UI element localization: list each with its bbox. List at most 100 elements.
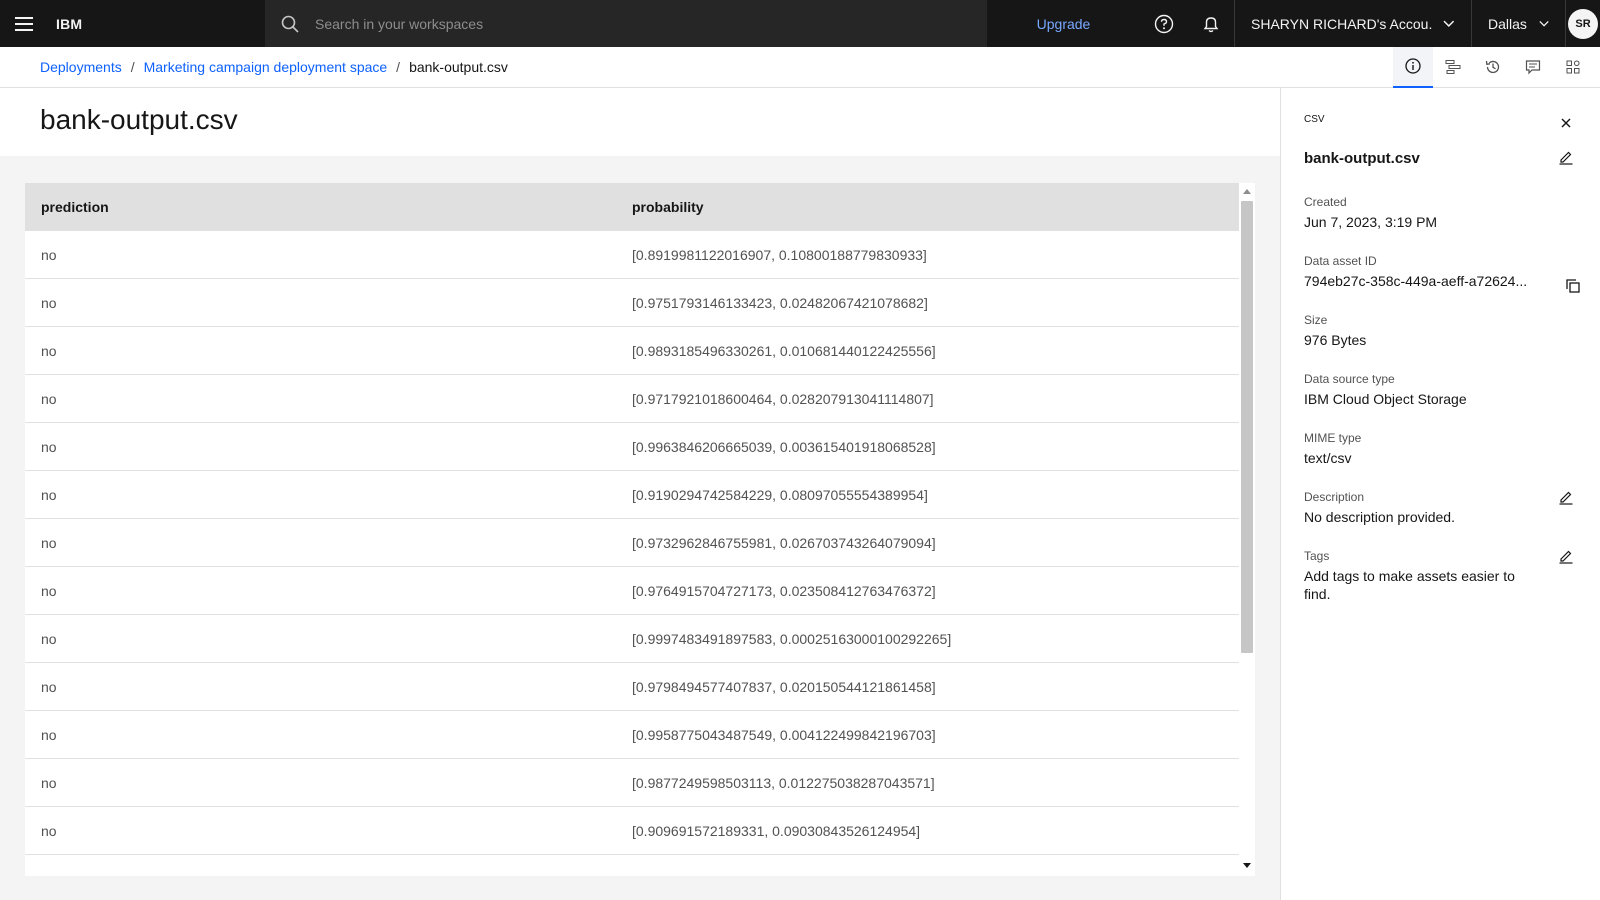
avatar-container: SR [1566,8,1600,39]
probability-cell: [0.9877249598503113, 0.01227503828704357… [632,774,935,791]
table-row[interactable]: no [0.9798494577407837, 0.020150544121861… [25,663,1239,711]
table-row[interactable]: no [0.909691572189331, 0.0903084352612495… [25,807,1239,855]
probability-cell: [0.9798494577407837, 0.02015054412186145… [632,678,936,695]
prediction-cell: no [41,390,57,407]
comments-icon[interactable] [1513,47,1553,88]
apps-icon[interactable] [1553,47,1593,88]
prediction-cell: no [41,678,57,695]
created-value: Jun 7, 2023, 3:19 PM [1304,214,1438,230]
region-label: Dallas [1488,15,1527,32]
prediction-cell: no [41,774,57,791]
search-input[interactable] [315,0,987,47]
top-header: IBM Upgrade SHARYN RICHARD's Accou... Da… [0,0,1600,47]
description-label: Description [1304,490,1365,504]
history-icon[interactable] [1473,47,1513,88]
close-icon[interactable] [1554,111,1578,135]
asset-details-panel: CSV bank-output.csv Created Jun 7, 2023,… [1280,88,1600,900]
avatar[interactable]: SR [1568,8,1598,39]
data-preview-table: prediction probability no [0.891998112201… [25,183,1255,876]
column-header-prediction[interactable]: prediction [25,199,632,215]
prediction-cell: no [41,726,57,743]
copy-icon[interactable] [1561,274,1585,298]
table-row[interactable]: no [0.9893185496330261, 0.010681440122425… [25,327,1239,375]
title-bar: bank-output.csv [0,88,1280,156]
prediction-cell: no [41,630,57,647]
prediction-cell: no [41,534,57,551]
probability-cell: [0.9764915704727173, 0.02350841276347637… [632,582,936,599]
prediction-cell: no [41,246,57,263]
chevron-down-icon [1443,20,1455,27]
breadcrumb-bar: Deployments / Marketing campaign deploym… [0,46,1600,88]
probability-cell: [0.9997483491897583, 0.00025163000100292… [632,630,952,647]
search-bar [265,0,987,47]
created-label: Created [1304,195,1347,209]
tags-value: Add tags to make assets easier to find. [1304,568,1515,602]
brand-logo[interactable]: IBM [48,16,265,32]
mime-type-value: text/csv [1304,450,1352,466]
asset-id-label: Data asset ID [1304,254,1377,268]
table-row[interactable]: no [0.9963846206665039, 0.003615401918068… [25,423,1239,471]
asset-id-value: 794eb27c-358c-449a-aeff-a72624... [1304,273,1528,289]
account-switcher[interactable]: SHARYN RICHARD's Accou... [1234,0,1472,47]
region-selector[interactable]: Dallas [1472,0,1566,47]
prediction-cell: no [41,582,57,599]
table-row[interactable]: no [0.9751793146133423, 0.024820674210786… [25,279,1239,327]
table-row[interactable]: no [0.9958775043487549, 0.004122499842196… [25,711,1239,759]
table-row[interactable]: no [0.8919981122016907, 0.108001887798309… [25,231,1239,279]
breadcrumb-current: bank-output.csv [409,59,508,75]
scroll-down-arrow-icon[interactable] [1243,863,1251,868]
table-row[interactable]: no [0.9764915704727173, 0.023508412763476… [25,567,1239,615]
upgrade-link[interactable]: Upgrade [987,16,1140,32]
table-body: no [0.8919981122016907, 0.108001887798309… [25,231,1239,855]
column-header-probability[interactable]: probability [632,199,1239,215]
table-row[interactable]: no [0.9997483491897583, 0.000251630001002… [25,615,1239,663]
asset-type-label: CSV [1304,114,1325,125]
tags-label: Tags [1304,549,1330,563]
menu-icon[interactable] [0,0,48,47]
vertical-scrollbar[interactable] [1239,183,1255,876]
size-label: Size [1304,313,1328,327]
probability-cell: [0.9717921018600464, 0.02820791304111480… [632,390,934,407]
size-value: 976 Bytes [1304,332,1367,348]
side-panel-toolbar [1393,46,1593,88]
account-name: SHARYN RICHARD's Accou... [1251,15,1434,32]
page-title: bank-output.csv [40,104,238,135]
lineage-icon[interactable] [1433,47,1473,88]
search-icon[interactable] [265,15,315,33]
breadcrumb-deployments[interactable]: Deployments [40,59,122,75]
notification-bell-icon[interactable] [1187,0,1234,47]
probability-cell: [0.9732962846755981, 0.02670374326407909… [632,534,936,551]
breadcrumb-deployment-space[interactable]: Marketing campaign deployment space [144,59,388,75]
edit-name-icon[interactable] [1554,145,1578,169]
help-icon[interactable] [1140,0,1187,47]
table-row[interactable]: no [0.9877249598503113, 0.012275038287043… [25,759,1239,807]
breadcrumb-separator: / [130,59,135,75]
prediction-cell: no [41,438,57,455]
description-value: No description provided. [1304,509,1455,525]
prediction-cell: no [41,342,57,359]
asset-name: bank-output.csv [1304,150,1420,167]
breadcrumb-separator: / [396,59,401,75]
probability-cell: [0.8919981122016907, 0.10800188779830933… [632,246,927,263]
prediction-cell: no [41,486,57,503]
edit-tags-icon[interactable] [1554,544,1578,568]
scrollbar-thumb[interactable] [1241,201,1253,653]
edit-description-icon[interactable] [1554,485,1578,509]
info-icon[interactable] [1393,46,1433,88]
mime-type-label: MIME type [1304,431,1362,445]
prediction-cell: no [41,822,57,839]
table-row[interactable]: no [0.9717921018600464, 0.028207913041114… [25,375,1239,423]
probability-cell: [0.9958775043487549, 0.00412249984219670… [632,726,936,743]
prediction-cell: no [41,294,57,311]
probability-cell: [0.9751793146133423, 0.02482067421078682… [632,294,928,311]
chevron-down-icon [1539,20,1549,27]
breadcrumb: Deployments / Marketing campaign deploym… [0,59,1393,75]
probability-cell: [0.909691572189331, 0.09030843526124954] [632,822,921,839]
scroll-up-arrow-icon[interactable] [1243,189,1251,194]
data-source-type-label: Data source type [1304,372,1395,386]
table-row[interactable]: no [0.9190294742584229, 0.080970555543899… [25,471,1239,519]
table-header: prediction probability [25,183,1239,231]
table-row[interactable]: no [0.9732962846755981, 0.026703743264079… [25,519,1239,567]
probability-cell: [0.9190294742584229, 0.08097055554389954… [632,486,928,503]
data-source-type-value: IBM Cloud Object Storage [1304,391,1467,407]
